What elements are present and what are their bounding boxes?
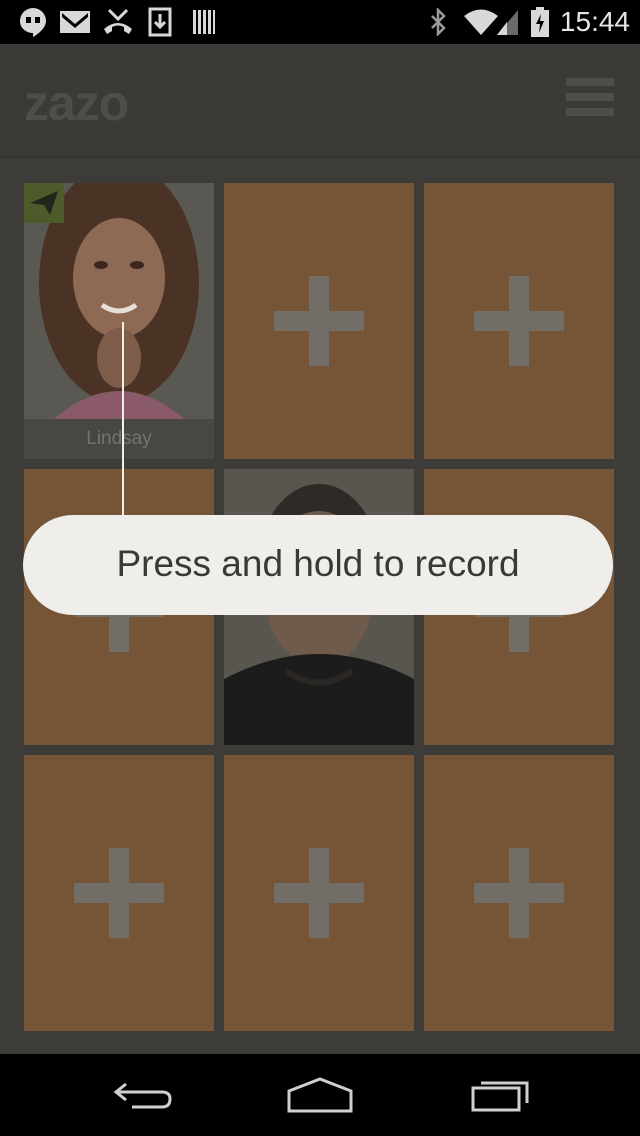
status-time: 15:44 <box>559 6 630 37</box>
bluetooth-icon <box>426 6 450 38</box>
add-friend-tile[interactable] <box>424 183 614 459</box>
barcode-icon <box>190 6 218 38</box>
sent-indicator <box>24 183 64 223</box>
signal-icon <box>494 6 520 38</box>
add-friend-tile[interactable] <box>224 183 414 459</box>
download-icon <box>146 6 174 38</box>
status-bar: 15:44 <box>0 0 640 44</box>
home-icon <box>287 1077 353 1113</box>
app-header: zazo <box>0 44 640 158</box>
plus-icon <box>109 848 129 938</box>
recents-icon <box>471 1081 529 1112</box>
app-logo: zazo <box>24 75 129 131</box>
add-friend-tile[interactable] <box>24 755 214 1031</box>
friend-tile-lindsay[interactable]: Lindsay <box>24 183 214 459</box>
back-button[interactable] <box>98 1072 188 1118</box>
add-friend-tile[interactable] <box>224 755 414 1031</box>
menu-bar <box>566 108 614 116</box>
plus-icon <box>509 848 529 938</box>
system-nav-bar <box>0 1054 640 1136</box>
add-friend-tile[interactable] <box>424 755 614 1031</box>
battery-charging-icon <box>528 6 552 38</box>
missed-call-icon <box>100 6 136 38</box>
menu-bar <box>566 93 614 101</box>
send-icon <box>30 191 58 215</box>
plus-icon <box>309 848 329 938</box>
menu-bar <box>566 78 614 86</box>
recents-button[interactable] <box>455 1072 545 1118</box>
hangouts-icon <box>16 6 50 38</box>
gmail-icon <box>58 6 92 38</box>
menu-button[interactable] <box>566 78 614 120</box>
back-icon <box>113 1082 172 1109</box>
record-hint-tooltip[interactable]: Press and hold to record <box>23 515 613 615</box>
home-button[interactable] <box>275 1072 365 1118</box>
tooltip-pointer-line <box>122 322 124 516</box>
friend-name-label: Lindsay <box>24 419 214 459</box>
plus-icon <box>509 276 529 366</box>
plus-icon <box>309 276 329 366</box>
